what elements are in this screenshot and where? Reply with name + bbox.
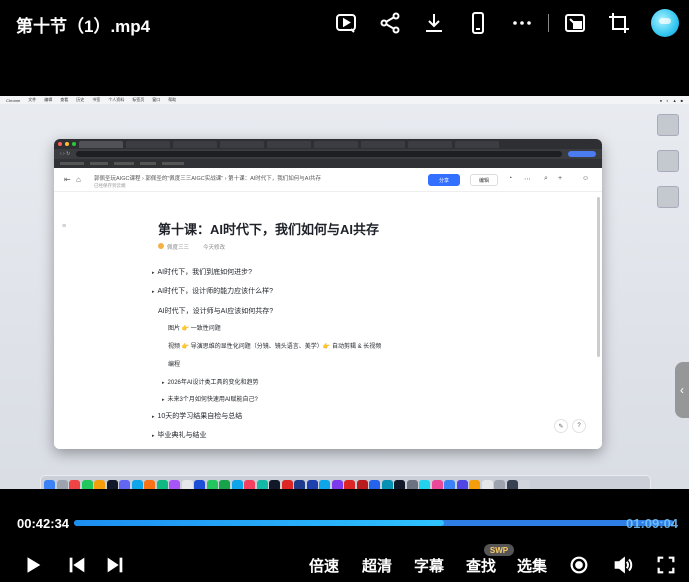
search-button[interactable]: 查找	[466, 555, 496, 576]
desktop-icons	[657, 114, 683, 208]
doc-scrollbar	[597, 197, 600, 357]
updated-time: 今天修改	[203, 245, 226, 251]
outline-item: ▸ 10天的学习结果自检与总结	[152, 413, 243, 420]
episodes-button[interactable]: 选集	[517, 555, 547, 576]
doc-header: ⇤ ⌂ 郭佩圣玩AIGC课程 › 郭佩圣的"佩度三三AIGC实战课" › 第十课…	[54, 168, 602, 192]
video-frame[interactable]: Chrome 文件 编辑 查看 历史 书签 个人资料 标签页 窗口 帮助 ● ◐ ▲ ■	[0, 96, 689, 489]
video-title: 第十节（1）.mp4	[16, 17, 151, 36]
author-name: 佩度三三	[167, 245, 190, 251]
doc-title: 第十课：AI时代下，我们如何与AI共存	[158, 222, 380, 237]
download-icon[interactable]	[412, 8, 456, 38]
browser-tabs	[54, 139, 602, 149]
edit-button: 编辑	[470, 174, 498, 186]
author-avatar	[158, 243, 164, 249]
mac-menubar: Chrome 文件 编辑 查看 历史 书签 个人资料 标签页 窗口 帮助 ● ◐ ▲ ■	[0, 96, 689, 104]
browser-address-row: ‹ › ↻	[54, 149, 602, 159]
address-bar	[76, 151, 562, 157]
bell-icon: ◔	[508, 175, 513, 182]
collapse-icon: ⇤	[64, 175, 71, 184]
browser-tab	[126, 140, 170, 148]
loop-icon[interactable]	[568, 552, 590, 578]
user-icon: ☺	[582, 175, 590, 182]
browser-action-button	[568, 151, 596, 157]
outline-item: ▸ AI时代下，我们到底如何进步?	[152, 269, 253, 276]
browser-window: ‹ › ↻ ⇤ ⌂ 郭佩圣玩AIGC课程 › 郭佩圣的"佩度三三AIGC实战课"…	[54, 139, 602, 449]
top-toolbar	[324, 8, 679, 38]
outline-subitem: ▸ 2026年AI设计类工具的变化和趋势	[162, 380, 259, 386]
outline-subitem: 视频 👉 导演思维的显性化问题（分镜、镜头语言、美学）👉 自动剪辑 & 长视频	[168, 344, 382, 350]
doc-body: ≡ 第十课：AI时代下，我们如何与AI共存 佩度三三 今天修改 ▸ AI时代下，我…	[54, 193, 602, 449]
total-time: 01:09:04	[626, 516, 679, 531]
avatar[interactable]	[651, 9, 679, 37]
play-button[interactable]	[22, 552, 44, 578]
outline-subitem: ▸ 未来3个月如何快速用AI赋能自己?	[162, 397, 258, 403]
more-icon: ⋯	[524, 176, 531, 183]
breadcrumb: 郭佩圣玩AIGC课程 › 郭佩圣的"佩度三三AIGC实战课" › 第十课：AI时…	[94, 176, 321, 182]
play-list-icon[interactable]	[324, 8, 368, 38]
add-icon: +	[558, 175, 563, 182]
help-icon: ?	[572, 419, 586, 433]
browser-tab	[455, 140, 499, 148]
fullscreen-icon[interactable]	[655, 552, 677, 578]
search-icon: ⌕	[544, 175, 548, 182]
bookmarks-bar	[54, 159, 602, 168]
feedback-icon: ✎	[554, 419, 568, 433]
desktop-file-icon	[657, 150, 679, 172]
current-time: 00:42:34	[17, 516, 70, 531]
outline-subitem: 编程	[168, 362, 181, 368]
browser-tab	[361, 140, 405, 148]
side-panel-handle[interactable]: ‹	[675, 362, 689, 418]
mac-dock	[40, 475, 651, 489]
next-button[interactable]	[104, 552, 126, 578]
browser-tab	[220, 140, 264, 148]
desktop: ‹ › ↻ ⇤ ⌂ 郭佩圣玩AIGC课程 › 郭佩圣的"佩度三三AIGC实战课"…	[0, 104, 689, 489]
share-button: 分享	[428, 174, 460, 186]
subtitle-button[interactable]: 字幕	[414, 555, 444, 576]
browser-tab	[267, 140, 311, 148]
outline-item: ▸ 毕业典礼与结业	[152, 432, 207, 439]
more-icon[interactable]	[500, 8, 544, 38]
home-icon: ⌂	[76, 175, 81, 184]
crop-icon[interactable]	[597, 8, 641, 38]
previous-button[interactable]	[66, 552, 88, 578]
desktop-file-icon	[657, 186, 679, 208]
browser-tab	[173, 140, 217, 148]
picture-in-picture-icon[interactable]	[553, 8, 597, 38]
toolbar-divider	[548, 14, 549, 32]
browser-tab	[408, 140, 452, 148]
save-status: 已经保存到云端	[94, 183, 126, 188]
browser-tab	[79, 140, 123, 148]
doc-meta: 佩度三三 今天修改	[158, 243, 225, 251]
outline-item: ▸ AI时代下，设计师的能力应该什么样?	[152, 288, 274, 295]
outline-item: AI时代下，设计师与AI应该如何共存?	[158, 308, 274, 315]
speed-button[interactable]: 倍速	[309, 555, 339, 576]
quality-button[interactable]: 超清	[362, 555, 392, 576]
progress-fill[interactable]	[74, 520, 444, 526]
outline-subitem: 图片 👉 一致性问题	[168, 326, 221, 332]
share-icon[interactable]	[368, 8, 412, 38]
outline-icon: ≡	[62, 223, 67, 230]
volume-icon[interactable]	[612, 552, 634, 578]
browser-tab	[314, 140, 358, 148]
desktop-file-icon	[657, 114, 679, 136]
phone-icon[interactable]	[456, 8, 500, 38]
